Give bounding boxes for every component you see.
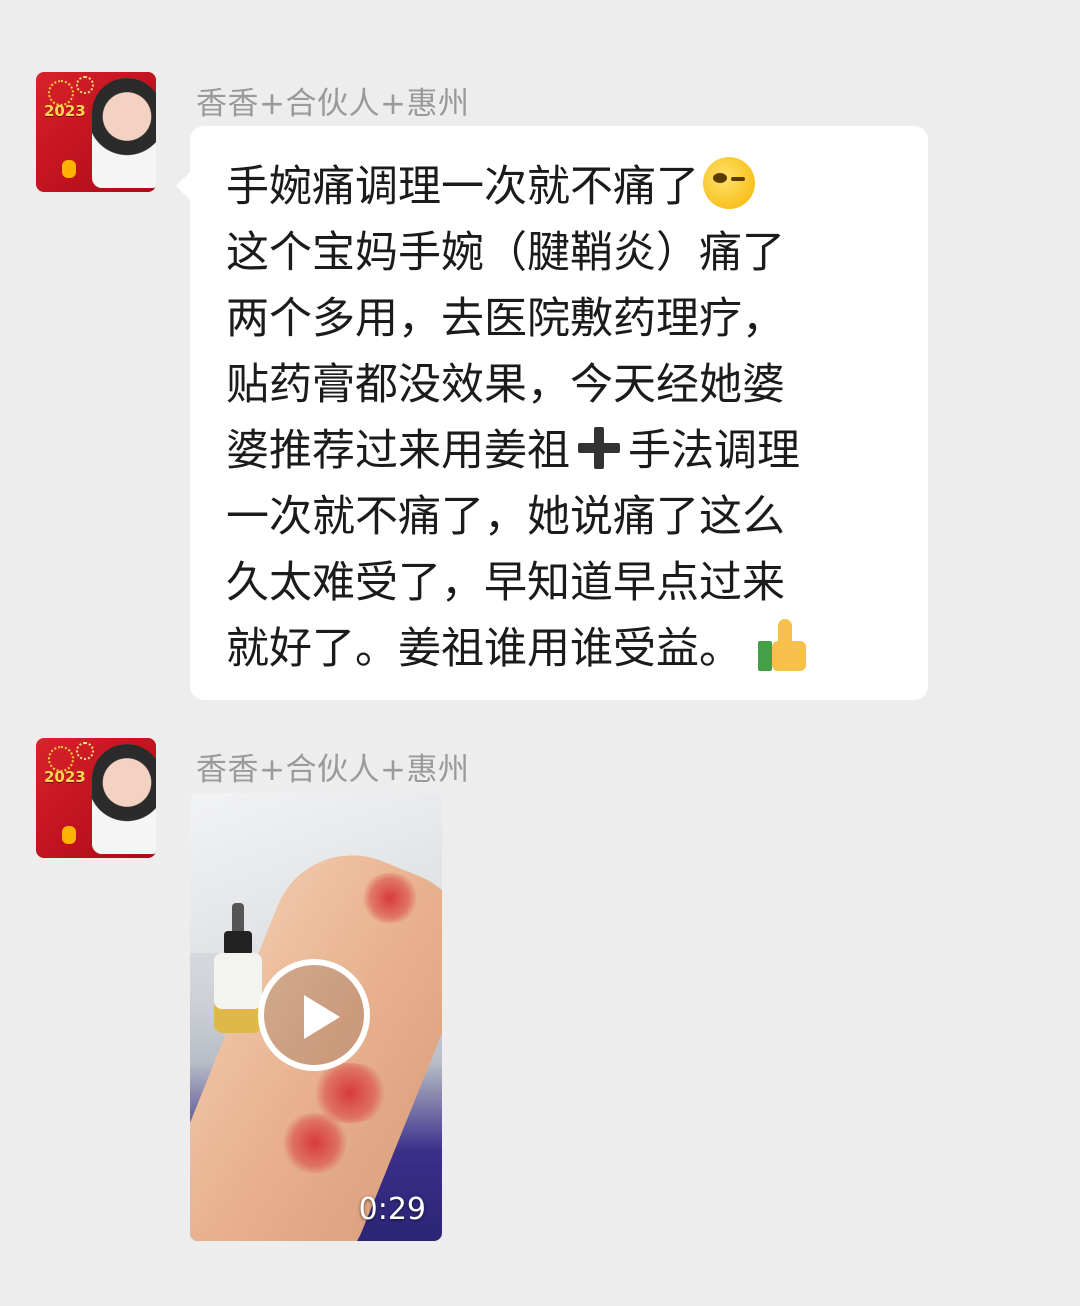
rash-mark xyxy=(360,873,420,923)
firework-icon xyxy=(76,742,94,760)
sender-name: 香香+合伙人+惠州 xyxy=(196,752,470,788)
message-line: 手婉痛调理一次就不痛了 xyxy=(226,154,904,220)
message-bubble[interactable]: 手婉痛调理一次就不痛了 这个宝妈手婉（腱鞘炎）痛了 两个多用，去医院敷药理疗， … xyxy=(176,126,928,700)
message-line: 一次就不痛了，她说痛了这么 xyxy=(226,492,785,542)
sender-avatar[interactable]: 2023 xyxy=(36,738,156,858)
message-line: 婆推荐过来用姜祖 手法调理 xyxy=(226,425,800,476)
message-line: 两个多用，去医院敷药理疗， xyxy=(226,294,785,344)
oil-bottle xyxy=(214,903,262,1033)
play-icon[interactable] xyxy=(258,959,370,1071)
firework-icon xyxy=(76,76,94,94)
message-line: 久太难受了，早知道早点过来 xyxy=(226,558,785,608)
message-line: 就好了。姜祖谁用谁受益。 xyxy=(226,616,904,682)
video-message[interactable]: 0:29 xyxy=(190,793,442,1241)
sender-name: 香香+合伙人+惠州 xyxy=(196,86,470,122)
thumbs-up-emoji-icon xyxy=(758,619,808,671)
lantern-icon xyxy=(62,826,76,844)
avatar-photo xyxy=(92,78,156,188)
message-line: 贴药膏都没效果，今天经她婆 xyxy=(226,360,785,410)
heavy-plus-icon xyxy=(576,425,622,471)
lantern-icon xyxy=(62,160,76,178)
wink-emoji-icon xyxy=(703,157,755,209)
video-duration: 0:29 xyxy=(358,1192,426,1227)
sender-avatar[interactable]: 2023 xyxy=(36,72,156,192)
avatar-year-text: 2023 xyxy=(44,102,86,120)
rash-mark xyxy=(280,1113,350,1173)
message-line: 这个宝妈手婉（腱鞘炎）痛了 xyxy=(226,228,785,278)
avatar-photo xyxy=(92,744,156,854)
avatar-year-text: 2023 xyxy=(44,768,86,786)
